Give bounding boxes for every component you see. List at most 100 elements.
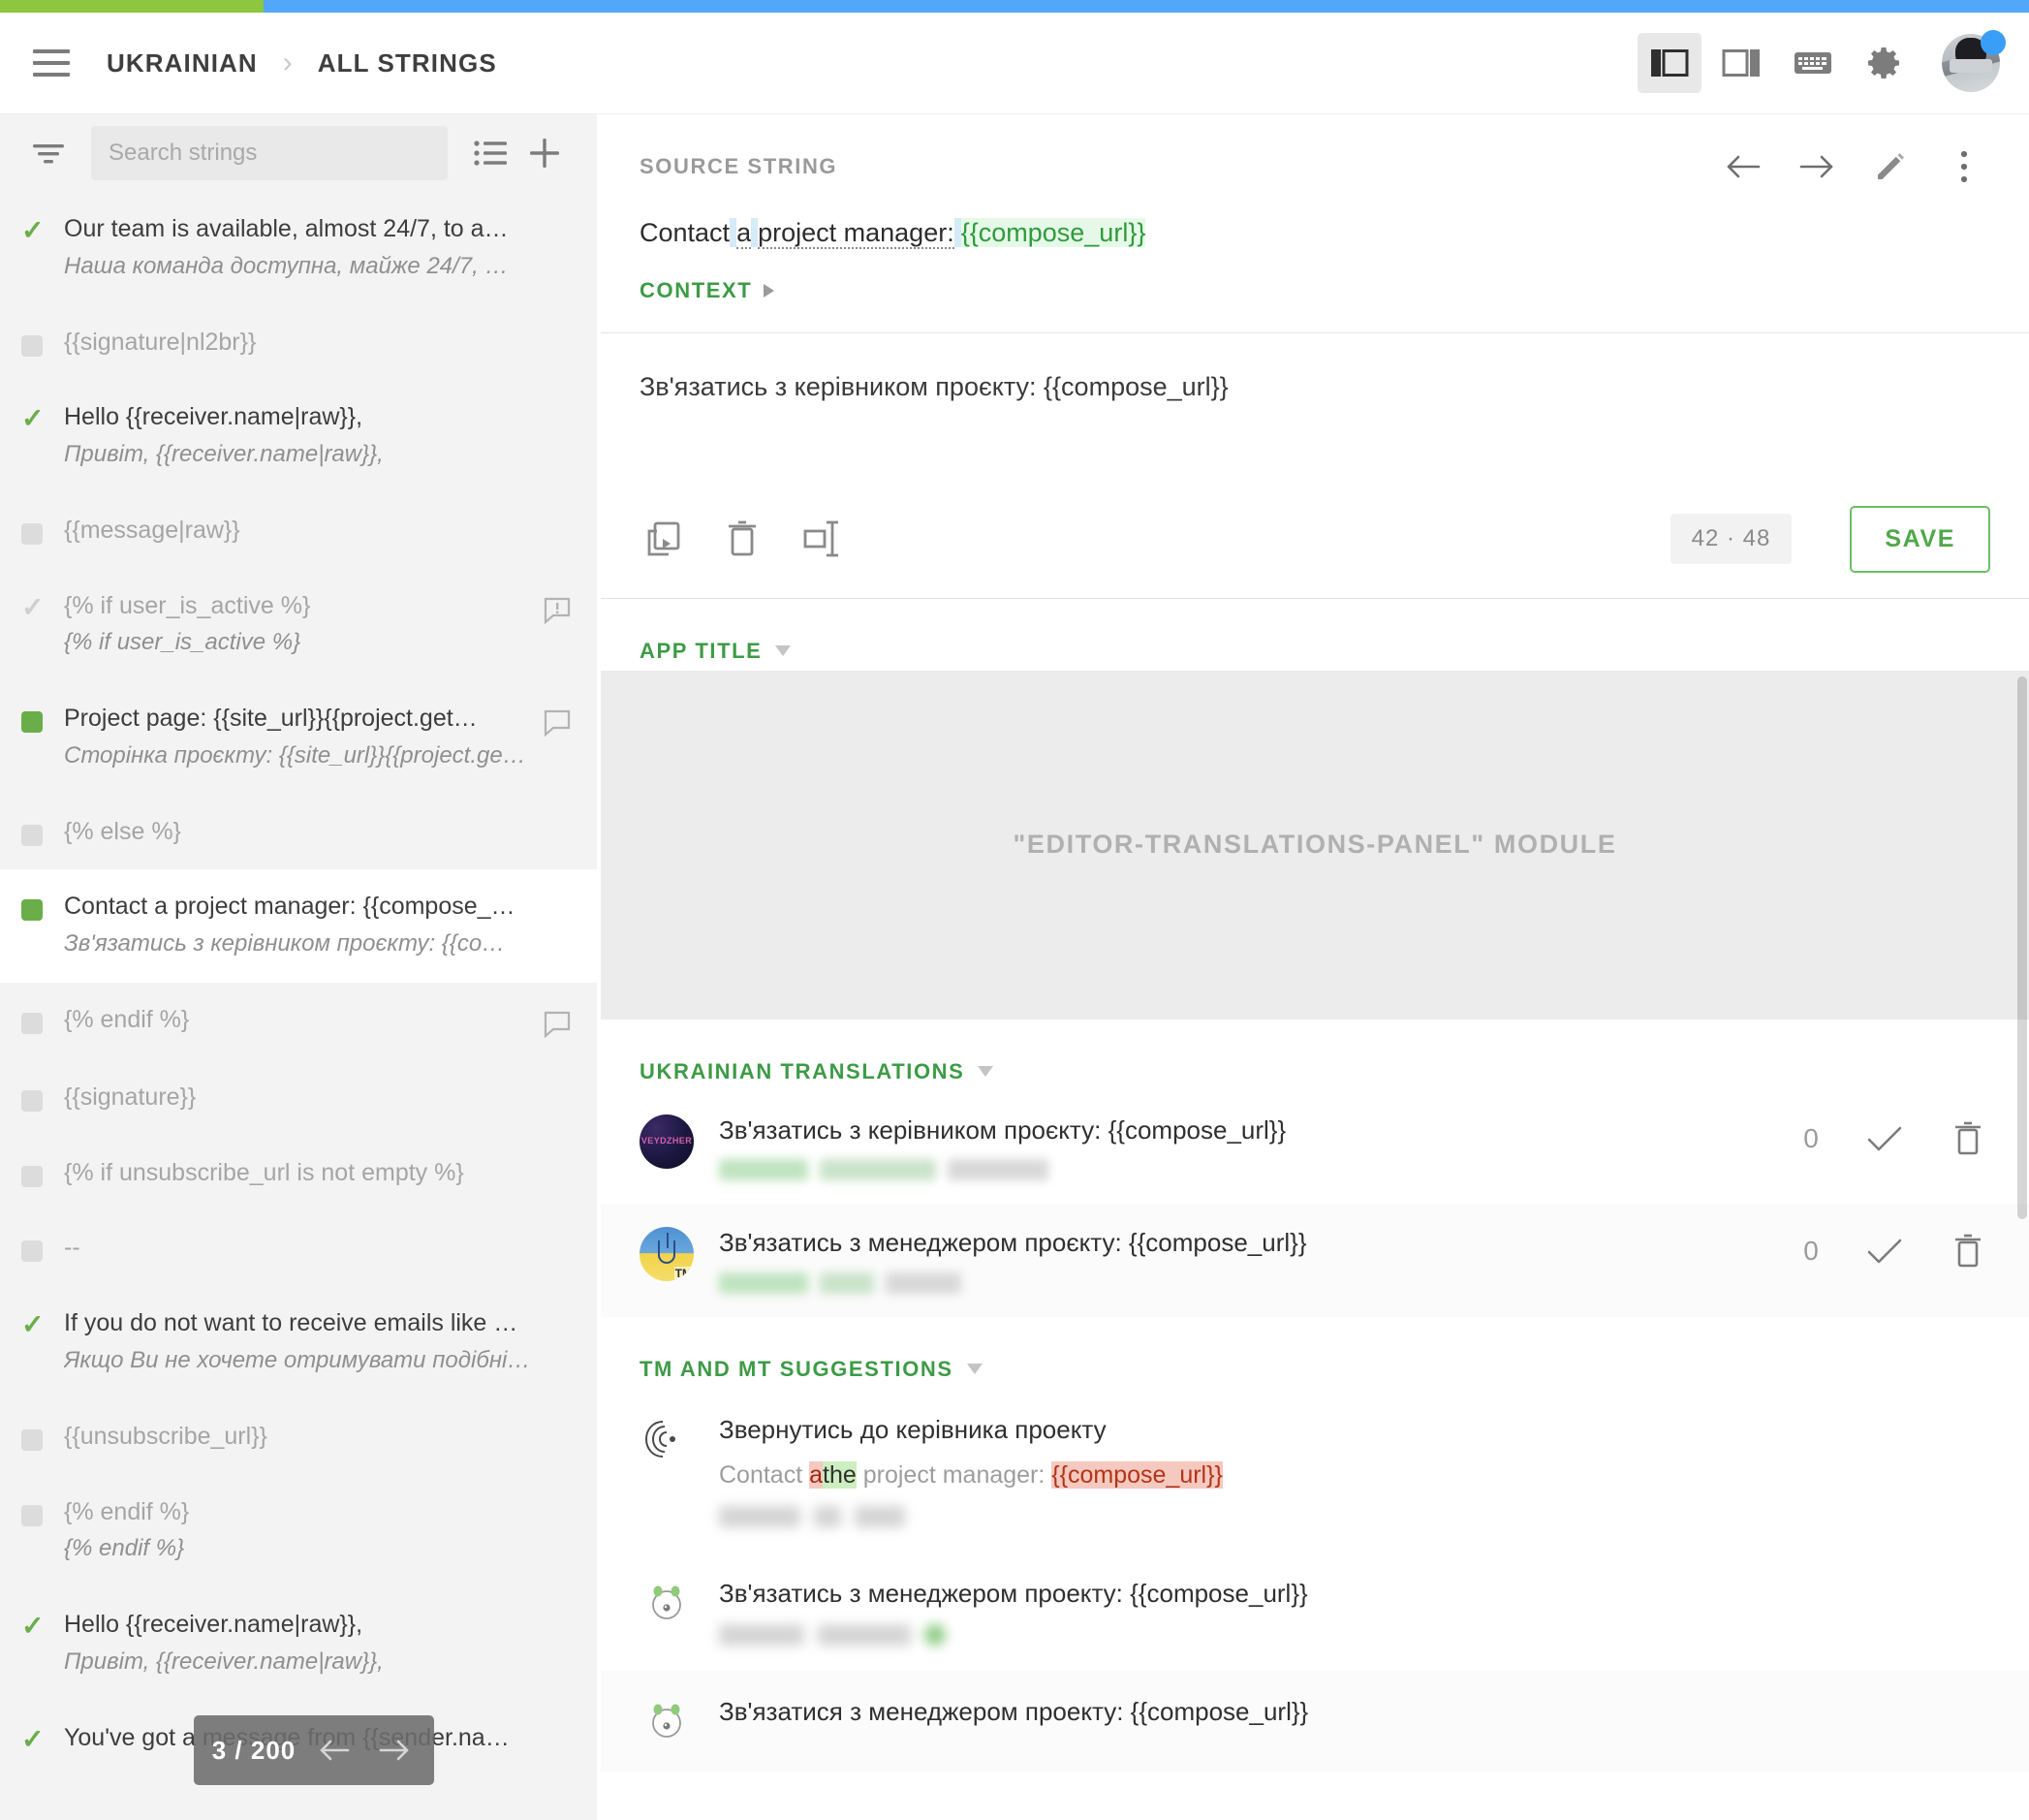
- trash-icon[interactable]: [1946, 1229, 1990, 1273]
- whitespace-token: [954, 218, 961, 247]
- string-status: [21, 1421, 64, 1451]
- plus-icon[interactable]: [517, 126, 572, 180]
- string-source-text: {% endif %}: [64, 1496, 531, 1529]
- gear-icon[interactable]: [1853, 33, 1917, 93]
- status-check-icon: ✓: [21, 1726, 44, 1753]
- translations-header[interactable]: UKRAINIAN TRANSLATIONS: [601, 1020, 2029, 1091]
- string-badge-empty: [539, 327, 572, 332]
- string-list-item[interactable]: {% endif %}{% endif %}: [0, 1475, 597, 1588]
- suggestion-text: Зв'язатись з менеджером проекту: {{compo…: [719, 1576, 1990, 1611]
- translation-input[interactable]: [601, 333, 2029, 491]
- scrollbar-thumb[interactable]: [2017, 676, 2027, 1219]
- string-badge-empty: [539, 1609, 572, 1615]
- string-list-item[interactable]: ✓ Our team is available, almost 24/7, to …: [0, 192, 597, 305]
- ukraine-flag-avatar: [640, 1227, 694, 1281]
- pagination-label: 3 / 200: [212, 1736, 297, 1766]
- string-badge-empty: [539, 891, 572, 896]
- menu-hamburger-icon[interactable]: [33, 49, 70, 77]
- search-input[interactable]: [91, 126, 448, 180]
- suggestion-row[interactable]: Зв'язатися з менеджером проекту: {{compo…: [601, 1671, 2029, 1772]
- app-title-header[interactable]: APP TITLE: [601, 599, 2029, 671]
- string-status: [21, 703, 64, 733]
- context-toggle[interactable]: CONTEXT: [601, 253, 2029, 332]
- status-square-icon: [21, 1166, 43, 1187]
- string-texts: {% endif %}: [64, 1004, 539, 1037]
- string-list-item[interactable]: ✓{% if user_is_active %}{% if user_is_ac…: [0, 569, 597, 682]
- translation-actions: 0: [1798, 1113, 1990, 1161]
- clear-trash-icon[interactable]: [719, 516, 765, 562]
- translation-row[interactable]: Зв'язатись з менеджером проєкту: {{compo…: [601, 1204, 2029, 1316]
- arrow-right-icon[interactable]: [373, 1729, 416, 1772]
- string-list-item[interactable]: ✓Hello {{receiver.name|raw}},Привіт, {{r…: [0, 1587, 597, 1701]
- check-icon[interactable]: [1862, 1116, 1907, 1161]
- string-status: [21, 1232, 64, 1262]
- edit-pencil-icon[interactable]: [1864, 141, 1917, 193]
- string-list-item[interactable]: {{unsubscribe_url}}: [0, 1399, 597, 1475]
- copy-source-icon[interactable]: [640, 516, 686, 562]
- string-list-item[interactable]: ✓Hello {{receiver.name|raw}},Привіт, {{r…: [0, 380, 597, 493]
- string-list-item[interactable]: {{message|raw}}: [0, 493, 597, 569]
- string-badge-empty: [539, 1307, 572, 1313]
- trash-icon[interactable]: [1946, 1116, 1990, 1161]
- string-target-text: Привіт, {{receiver.name|raw}},: [64, 438, 531, 472]
- status-check-icon: ✓: [21, 217, 44, 244]
- status-square-icon: [21, 1090, 43, 1112]
- layout-sidebar-left-icon[interactable]: [1638, 33, 1701, 93]
- string-list-item[interactable]: {{signature}}: [0, 1060, 597, 1136]
- string-source-text: {{unsubscribe_url}}: [64, 1421, 531, 1454]
- translation-text: Зв'язатись з керівником проєкту: {{compo…: [719, 1113, 1798, 1147]
- comment-icon[interactable]: [539, 1004, 572, 1039]
- string-badge-empty: [539, 213, 572, 219]
- list-view-icon[interactable]: [463, 126, 517, 180]
- string-list-item[interactable]: {% else %}: [0, 795, 597, 870]
- string-status: ✓: [21, 213, 64, 244]
- string-list-item[interactable]: --: [0, 1210, 597, 1286]
- translation-row[interactable]: Зв'язатись з керівником проєкту: {{compo…: [601, 1091, 2029, 1204]
- strings-list[interactable]: ✓ Our team is available, almost 24/7, to …: [0, 192, 597, 1820]
- source-variable: {{compose_url}}: [961, 218, 1146, 247]
- comment-alert-icon[interactable]: [539, 590, 572, 625]
- string-source-text: --: [64, 1232, 531, 1265]
- string-list-item[interactable]: Contact a project manager: {{compose_…Зв…: [0, 869, 597, 983]
- source-text-prefix: Contact: [640, 218, 730, 247]
- prev-string-icon[interactable]: [1717, 141, 1769, 193]
- string-badge-empty: [539, 401, 572, 407]
- filter-icon[interactable]: [21, 126, 76, 180]
- string-list-item[interactable]: {% endif %}: [0, 983, 597, 1060]
- suggestion-meta: [719, 1622, 1990, 1647]
- save-button[interactable]: SAVE: [1850, 506, 1990, 573]
- check-icon[interactable]: [1862, 1229, 1907, 1273]
- editor-toolbar: 42 · 48 SAVE: [601, 496, 2029, 598]
- chevron-down-icon: [775, 645, 791, 656]
- insert-placeholder-icon[interactable]: [798, 516, 845, 562]
- user-avatar[interactable]: [1942, 34, 2000, 92]
- string-list-item[interactable]: Project page: {{site_url}}{{project.get……: [0, 681, 597, 795]
- string-texts: {% if user_is_active %}{% if user_is_act…: [64, 590, 539, 661]
- main-scrollbar[interactable]: [2015, 114, 2029, 1820]
- diff-removed: a: [809, 1461, 823, 1489]
- string-target-text: {% if user_is_active %}: [64, 626, 531, 660]
- status-square-icon: [21, 1013, 43, 1034]
- breadcrumb-section[interactable]: ALL STRINGS: [318, 48, 497, 78]
- layout-sidebar-right-icon[interactable]: [1709, 33, 1773, 93]
- string-list-item[interactable]: {{signature|nl2br}}: [0, 305, 597, 381]
- suggestion-row[interactable]: Зв'язатись з менеджером проекту: {{compo…: [601, 1553, 2029, 1671]
- status-square-icon: [21, 711, 43, 733]
- comment-icon[interactable]: [539, 703, 572, 737]
- string-source-text: {{signature}}: [64, 1082, 531, 1114]
- string-source-text: {% endif %}: [64, 1004, 531, 1037]
- suggestions-header[interactable]: TM AND MT SUGGESTIONS: [601, 1317, 2029, 1389]
- more-vertical-icon[interactable]: [1938, 141, 1990, 193]
- string-list-item[interactable]: ✓If you do not want to receive emails li…: [0, 1286, 597, 1399]
- string-target-text: Зв'язатись з керівником проєкту: {{co…: [64, 927, 531, 961]
- arrow-left-icon[interactable]: [313, 1729, 356, 1772]
- suggestion-meta: [719, 1504, 1990, 1529]
- next-string-icon[interactable]: [1791, 141, 1843, 193]
- sidebar-search-row: [0, 114, 597, 192]
- suggestion-row[interactable]: Звернутись до керівника проектуContact a…: [601, 1389, 2029, 1553]
- breadcrumb-language[interactable]: UKRAINIAN: [107, 48, 258, 78]
- whitespace-token: [730, 218, 736, 247]
- string-source-text: Our team is available, almost 24/7, to a…: [64, 213, 531, 246]
- keyboard-icon[interactable]: [1781, 33, 1845, 93]
- string-list-item[interactable]: {% if unsubscribe_url is not empty %}: [0, 1136, 597, 1211]
